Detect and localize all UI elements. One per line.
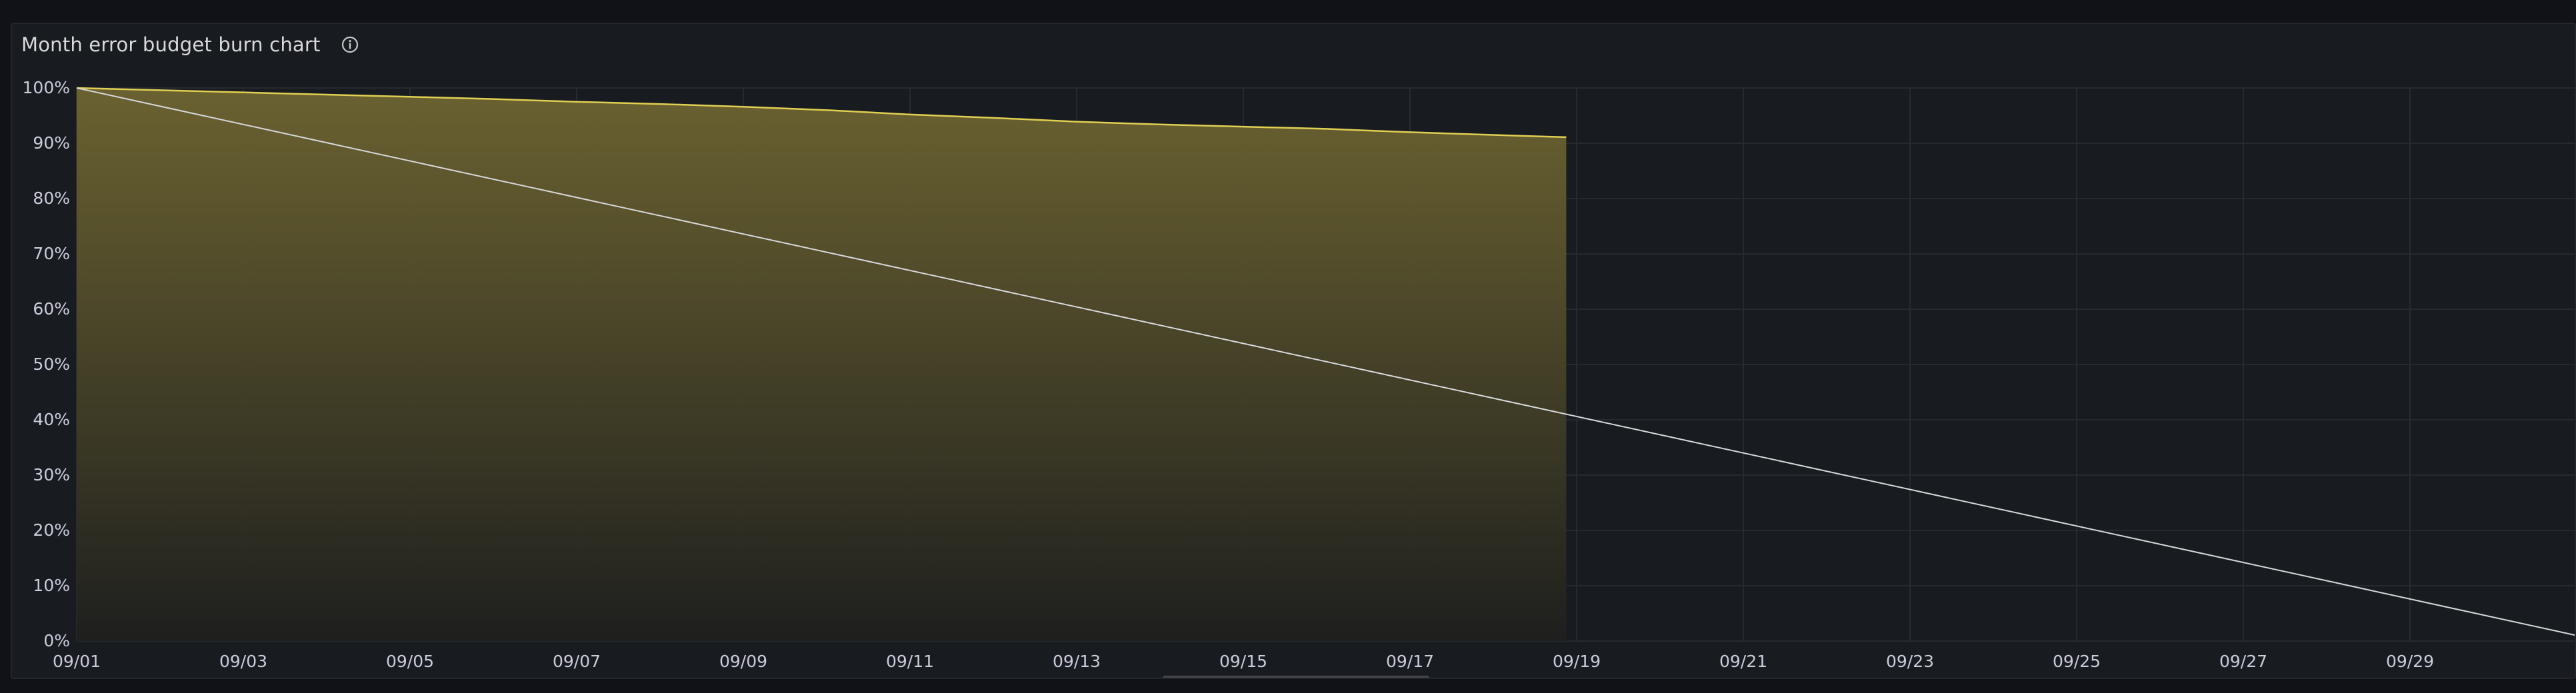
chart-panel: Month error budget burn chart 0% 10% 20% 30… bbox=[11, 23, 2576, 679]
y-tick-label: 70% bbox=[33, 244, 70, 263]
horizontal-scrollbar[interactable] bbox=[1163, 676, 1429, 678]
x-tick-label: 09/17 bbox=[1386, 652, 1434, 671]
y-tick-label: 40% bbox=[33, 410, 70, 429]
burn-chart: 0%10%20%30%40%50%60%70%80%90%100% 09/01 0… bbox=[23, 78, 2575, 671]
y-tick-label: 60% bbox=[33, 299, 70, 319]
x-tick-label: 09/07 bbox=[553, 652, 601, 671]
x-tick-label: 09/25 bbox=[2053, 652, 2101, 671]
x-tick-label: 09/15 bbox=[1219, 652, 1267, 671]
x-tick-label: 09/09 bbox=[719, 652, 767, 671]
x-tick-label: 09/01 bbox=[53, 652, 101, 671]
y-tick-label: 0% bbox=[43, 631, 70, 650]
y-tick-label: 50% bbox=[33, 354, 70, 374]
y-tick-label: 90% bbox=[33, 133, 70, 153]
y-tick-label: 20% bbox=[33, 520, 70, 540]
y-tick-label: 100% bbox=[23, 78, 70, 97]
x-tick-label: 09/21 bbox=[1719, 652, 1767, 671]
x-axis: 09/01 09/03 09/05 09/07 09/09 09/11 09/13 09/15… bbox=[53, 652, 2434, 671]
x-tick-label: 09/13 bbox=[1053, 652, 1101, 671]
x-tick-label: 09/27 bbox=[2219, 652, 2267, 671]
y-tick-label: 80% bbox=[33, 189, 70, 208]
x-tick-label: 09/29 bbox=[2386, 652, 2434, 671]
budget-area-fill bbox=[77, 88, 1567, 641]
x-tick-label: 09/19 bbox=[1553, 652, 1601, 671]
x-tick-label: 09/23 bbox=[1886, 652, 1934, 671]
x-tick-label: 09/05 bbox=[386, 652, 434, 671]
y-tick-label: 10% bbox=[33, 576, 70, 595]
x-tick-label: 09/03 bbox=[219, 652, 267, 671]
y-axis: 0% 10% 20% 30% 40% 50% 60% 70% 80% 90% 100% bbox=[23, 78, 70, 650]
x-tick-label: 09/11 bbox=[886, 652, 934, 671]
y-tick-label: 30% bbox=[33, 465, 70, 484]
